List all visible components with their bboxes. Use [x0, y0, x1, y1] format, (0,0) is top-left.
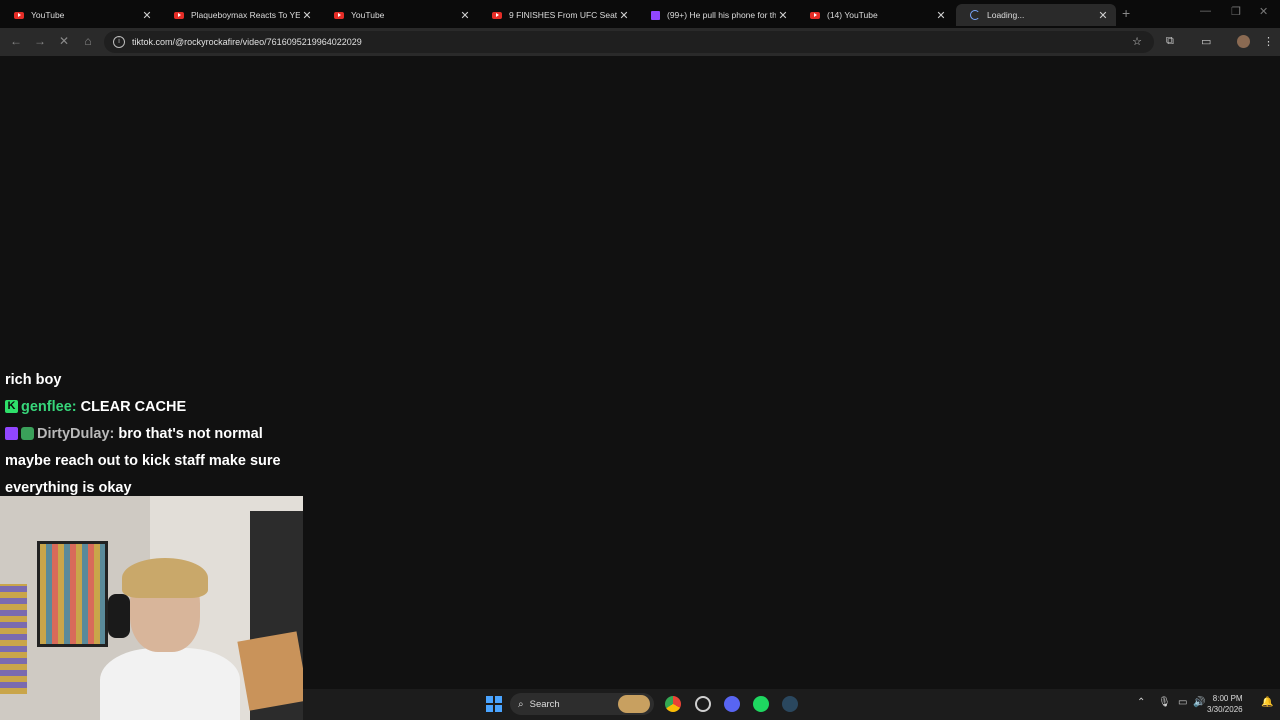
search-highlight-image — [618, 695, 650, 713]
browser-toolbar: ← → ✕ ⌂ i tiktok.com/@rockyrockafire/vid… — [0, 28, 1280, 56]
bookmark-star-icon[interactable]: ☆ — [1132, 35, 1142, 48]
close-icon[interactable]: ✕ — [458, 9, 472, 22]
chrome-icon[interactable] — [665, 696, 681, 712]
tab-title: Loading... — [987, 10, 1025, 20]
extensions-icon[interactable]: ⧉ — [1166, 35, 1174, 48]
notification-icon[interactable]: 🔔 — [1261, 697, 1273, 708]
microphone-icon[interactable]: 🎙 — [1158, 697, 1171, 708]
spotify-icon[interactable] — [753, 696, 769, 712]
browser-tab-active[interactable]: Loading... ✕ — [956, 4, 1116, 26]
chat-username: genflee: — [21, 398, 77, 415]
home-icon[interactable]: ⌂ — [80, 34, 96, 48]
loading-spinner-icon — [970, 10, 980, 20]
tab-title: (99+) He pull his phone for this — [667, 10, 776, 20]
wall-poster — [0, 584, 27, 694]
close-icon[interactable]: ✕ — [1096, 9, 1110, 22]
steam-icon[interactable] — [782, 696, 798, 712]
forward-icon[interactable]: → — [32, 34, 48, 48]
cardboard-box — [237, 631, 303, 711]
tab-title: (14) YouTube — [827, 10, 878, 20]
tab-title: YouTube — [31, 10, 65, 20]
chat-message: K genflee: CLEAR CACHE — [5, 393, 305, 420]
clock-date: 3/30/2026 — [1207, 705, 1243, 714]
youtube-icon — [174, 11, 184, 19]
chat-username: DirtyDulay: — [37, 425, 115, 442]
browser-tab[interactable]: YouTube ✕ — [0, 4, 160, 26]
youtube-icon — [810, 11, 820, 19]
emote-badge-icon — [21, 427, 34, 440]
kick-badge-icon: K — [5, 400, 18, 413]
search-label: Search — [529, 698, 560, 710]
chat-text: maybe reach out to kick staff make sure — [5, 452, 281, 469]
tab-title: Plaqueboymax Reacts To YEAT — [191, 10, 300, 20]
windows-taskbar: ⌕ Search ⌃ 🎙 ▭ 🔊 8:00 PM 3/30/2026 🔔 — [303, 689, 1280, 720]
window-close-icon[interactable]: ✕ — [1259, 5, 1268, 18]
windows-start-icon[interactable] — [486, 696, 502, 712]
close-icon[interactable]: ✕ — [140, 9, 154, 22]
browser-tab[interactable]: (14) YouTube ✕ — [796, 4, 954, 26]
twitch-badge-icon — [5, 427, 18, 440]
twitch-icon — [651, 10, 660, 20]
wall-poster — [37, 541, 108, 647]
browser-tab[interactable]: (99+) He pull his phone for this ✕ — [637, 4, 796, 26]
streamer-shirt — [100, 648, 240, 720]
network-icon[interactable]: ▭ — [1178, 697, 1187, 708]
site-info-icon[interactable]: i — [113, 36, 125, 48]
tab-search-icon[interactable]: ▭ — [1201, 35, 1211, 48]
volume-icon[interactable]: 🔊 — [1193, 697, 1205, 708]
minimize-icon[interactable]: — — [1200, 5, 1211, 17]
browser-tab[interactable]: 9 FINISHES From UFC Seattle 🩸 ✕ — [478, 4, 637, 26]
close-icon[interactable]: ✕ — [300, 9, 314, 22]
stream-chat-overlay: rich boy K genflee: CLEAR CACHE DirtyDul… — [5, 366, 305, 501]
taskbar-search[interactable]: ⌕ Search — [510, 693, 654, 715]
streamer — [100, 558, 240, 720]
webcam-feed — [0, 496, 303, 720]
chat-message: rich boy — [5, 366, 305, 393]
clock-time: 8:00 PM — [1212, 694, 1243, 703]
chat-text: rich boy — [5, 371, 62, 388]
url-text: tiktok.com/@rockyrockafire/video/7616095… — [132, 37, 362, 47]
search-icon: ⌕ — [518, 698, 524, 710]
close-icon[interactable]: ✕ — [776, 9, 790, 22]
discord-icon[interactable] — [724, 696, 740, 712]
taskbar-clock[interactable]: 8:00 PM 3/30/2026 — [1207, 693, 1243, 715]
back-icon[interactable]: ← — [8, 34, 24, 48]
browser-tab[interactable]: Plaqueboymax Reacts To YEAT ✕ — [160, 4, 320, 26]
youtube-icon — [492, 11, 502, 19]
profile-avatar[interactable] — [1237, 35, 1250, 48]
streamer-hair — [122, 558, 208, 598]
stop-loading-icon[interactable]: ✕ — [56, 34, 72, 48]
tray-overflow-icon[interactable]: ⌃ — [1137, 697, 1145, 708]
close-icon[interactable]: ✕ — [617, 9, 631, 22]
chat-message: DirtyDulay: bro that's not normal — [5, 420, 305, 447]
maximize-icon[interactable]: ❐ — [1231, 5, 1241, 18]
close-icon[interactable]: ✕ — [934, 9, 948, 22]
chat-text: CLEAR CACHE — [80, 398, 187, 415]
address-bar[interactable]: i tiktok.com/@rockyrockafire/video/76160… — [104, 31, 1154, 53]
browser-tab[interactable]: YouTube ✕ — [320, 4, 478, 26]
headset-icon — [108, 594, 130, 638]
tab-title: 9 FINISHES From UFC Seattle 🩸 — [509, 9, 617, 20]
chat-message: maybe reach out to kick staff make sure — [5, 447, 305, 474]
chat-text: bro that's not normal — [118, 425, 263, 442]
youtube-icon — [14, 11, 24, 19]
new-tab-button[interactable]: + — [1122, 5, 1130, 21]
menu-icon[interactable]: ⋮ — [1263, 35, 1274, 48]
chat-text: everything is okay — [5, 479, 132, 496]
tab-strip: YouTube ✕ Plaqueboymax Reacts To YEAT ✕ … — [0, 0, 1280, 28]
tab-title: YouTube — [351, 10, 385, 20]
youtube-icon — [334, 11, 344, 19]
obs-icon[interactable] — [695, 696, 711, 712]
